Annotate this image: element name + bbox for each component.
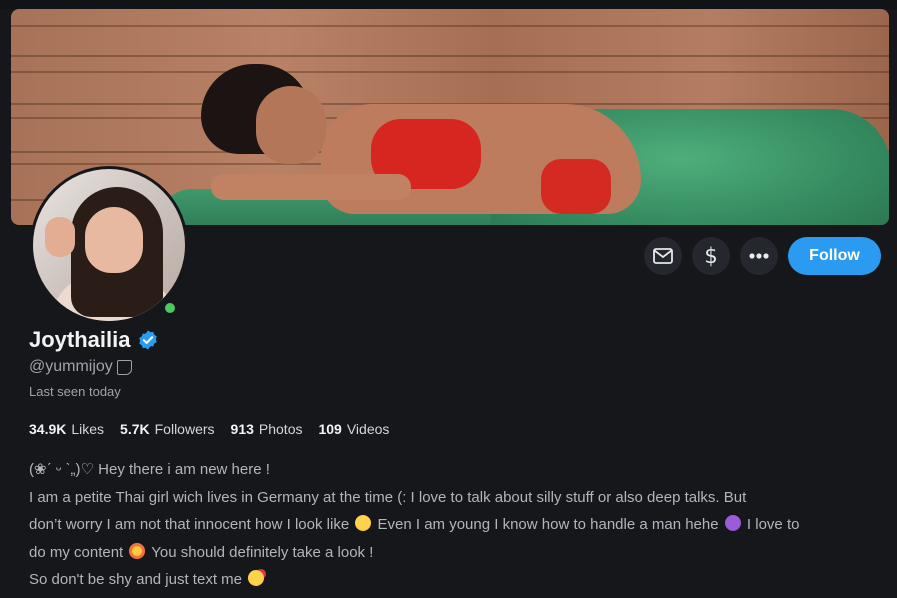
profile-bio: (❀ˊ ᵕ ˋ„)♡ Hey there i am new here ! I a… (29, 456, 889, 594)
stat-label: Videos (346, 421, 390, 437)
bio-text: do my content (29, 543, 124, 561)
name-row: Joythailia (29, 327, 159, 353)
bio-text: I love to (746, 516, 800, 533)
note-icon[interactable] (116, 359, 132, 375)
online-status-dot (162, 300, 178, 316)
stat-photos[interactable]: 913 Photos (231, 421, 303, 437)
stat-value: 913 (230, 421, 254, 437)
profile-stats: 34.9K Likes 5.7K Followers 913 Photos 10… (29, 421, 405, 437)
bio-line: do my content You should definitely take… (29, 539, 889, 567)
stat-likes: 34.9K Likes (29, 421, 104, 437)
stat-value: 5.7K (120, 421, 150, 437)
profile-handle: @yummijoy (29, 358, 113, 375)
message-button[interactable] (644, 237, 682, 275)
stat-label: Photos (258, 421, 303, 437)
bio-text: Even I am young I know how to handle a m… (377, 516, 719, 533)
top-strip (0, 0, 897, 9)
stat-followers: 5.7K Followers (120, 421, 214, 437)
handle-row: @yummijoy (29, 358, 132, 376)
dollar-icon: $ (704, 243, 718, 268)
verified-badge-icon (139, 330, 158, 350)
profile-name: Joythailia (29, 327, 131, 352)
stat-value: 34.9K (29, 421, 67, 437)
tip-button[interactable]: $ (692, 237, 730, 275)
last-seen-status: Last seen today (29, 384, 121, 399)
bio-text: You should definitely take a look ! (151, 543, 374, 561)
stat-value: 109 (318, 421, 342, 437)
profile-actions: $ Follow (644, 237, 881, 275)
devil-emoji-icon (724, 515, 741, 531)
tongue-emoji-icon (355, 515, 372, 531)
stat-videos[interactable]: 109 Videos (318, 421, 389, 437)
bio-text: don’t worry I am not that innocent how I… (29, 516, 350, 533)
bio-line: So don't be shy and just text me (29, 566, 889, 594)
bio-line: (❀ˊ ᵕ ˋ„)♡ Hey there i am new here ! (29, 461, 270, 478)
more-dots-icon (749, 253, 769, 259)
bio-line: don’t worry I am not that innocent how I… (29, 511, 889, 539)
kiss-emoji-icon (248, 570, 265, 586)
follow-button[interactable]: Follow (788, 237, 881, 275)
bio-text: So don't be shy and just text me (29, 571, 242, 588)
avatar[interactable] (30, 166, 188, 324)
smiling-hearts-emoji-icon (129, 542, 146, 559)
stat-label: Likes (71, 421, 105, 437)
bio-line: I am a petite Thai girl wich lives in Ge… (29, 488, 747, 506)
more-options-button[interactable] (740, 237, 778, 275)
stat-label: Followers (154, 421, 215, 437)
envelope-icon (653, 248, 673, 264)
